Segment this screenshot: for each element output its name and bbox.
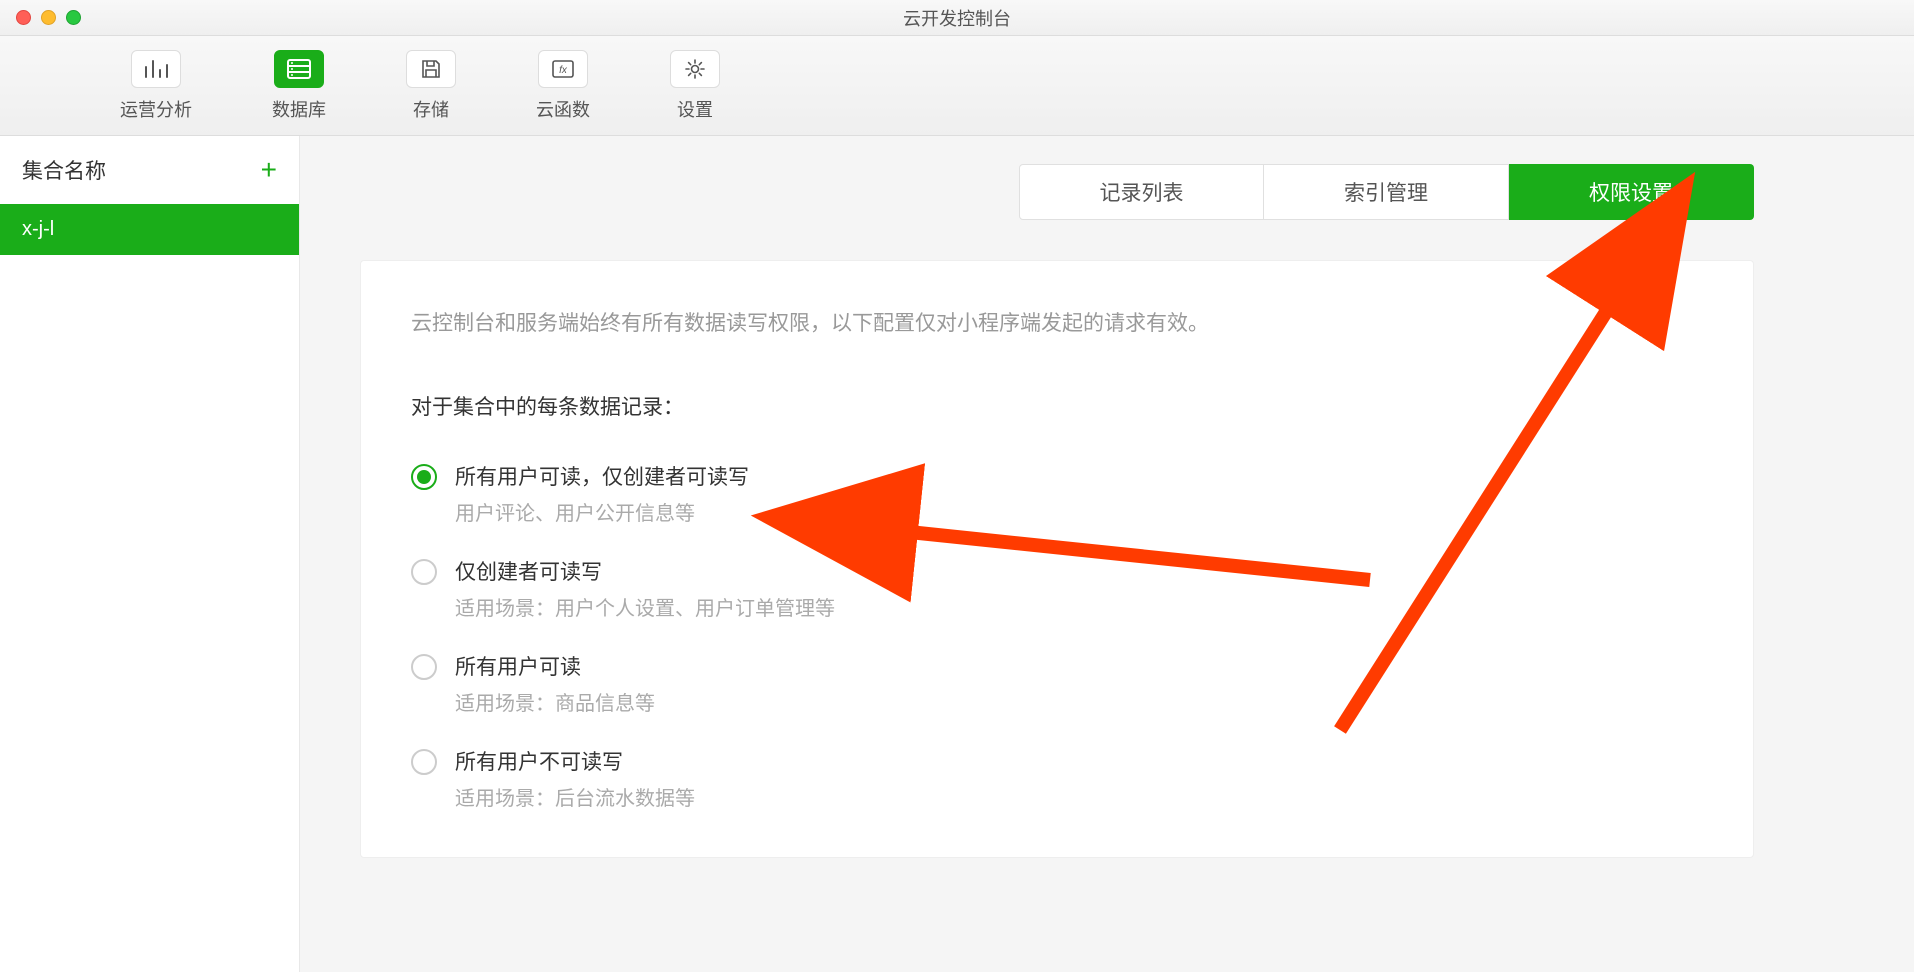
panel-note: 云控制台和服务端始终有所有数据读写权限，以下配置仅对小程序端发起的请求有效。 (411, 307, 1703, 341)
tab-permission-settings[interactable]: 权限设置 (1509, 164, 1754, 220)
permission-option-none[interactable]: 所有用户不可读写 适用场景：后台流水数据等 (411, 746, 1703, 811)
content-area: 集合名称 + x-j-l 记录列表 索引管理 权限设置 云控制台和服务端始终有所… (0, 136, 1914, 972)
tab-record-list[interactable]: 记录列表 (1019, 164, 1264, 220)
main-panel: 记录列表 索引管理 权限设置 云控制台和服务端始终有所有数据读写权限，以下配置仅… (300, 136, 1914, 972)
toolbar-item-storage[interactable]: 存储 (406, 50, 456, 122)
radio-title: 所有用户可读，仅创建者可读写 (455, 461, 749, 491)
radio-title: 仅创建者可读写 (455, 556, 835, 586)
toolbar-label: 数据库 (272, 96, 326, 122)
radio-texts: 所有用户可读 适用场景：商品信息等 (455, 651, 655, 716)
function-icon: fx (538, 50, 588, 88)
radio-title: 所有用户可读 (455, 651, 655, 681)
toolbar-item-settings[interactable]: 设置 (670, 50, 720, 122)
radio-desc: 适用场景：商品信息等 (455, 687, 655, 716)
radio-title: 所有用户不可读写 (455, 746, 695, 776)
radio-texts: 所有用户不可读写 适用场景：后台流水数据等 (455, 746, 695, 811)
analytics-icon (131, 50, 181, 88)
radio-icon (411, 559, 437, 585)
save-icon (406, 50, 456, 88)
window-controls (0, 10, 81, 25)
radio-texts: 所有用户可读，仅创建者可读写 用户评论、用户公开信息等 (455, 461, 749, 526)
window-title: 云开发控制台 (903, 5, 1011, 31)
maximize-window-button[interactable] (66, 10, 81, 25)
radio-icon (411, 464, 437, 490)
collections-sidebar: 集合名称 + x-j-l (0, 136, 300, 972)
permission-option-creator-only[interactable]: 仅创建者可读写 适用场景：用户个人设置、用户订单管理等 (411, 556, 1703, 621)
toolbar-label: 设置 (677, 96, 713, 122)
toolbar-item-cloud-function[interactable]: fx 云函数 (536, 50, 590, 122)
sidebar-header: 集合名称 + (0, 136, 299, 204)
radio-desc: 用户评论、用户公开信息等 (455, 497, 749, 526)
permission-panel: 云控制台和服务端始终有所有数据读写权限，以下配置仅对小程序端发起的请求有效。 对… (360, 260, 1754, 858)
main-toolbar: 运营分析 数据库 存储 fx 云函数 设置 (0, 36, 1914, 136)
panel-heading: 对于集合中的每条数据记录： (411, 391, 1703, 421)
radio-icon (411, 654, 437, 680)
tab-index-management[interactable]: 索引管理 (1264, 164, 1509, 220)
add-collection-button[interactable]: + (261, 154, 277, 186)
toolbar-item-analytics[interactable]: 运营分析 (120, 50, 192, 122)
tabs-row: 记录列表 索引管理 权限设置 (300, 136, 1914, 220)
toolbar-label: 运营分析 (120, 96, 192, 122)
radio-icon (411, 749, 437, 775)
sidebar-header-label: 集合名称 (22, 155, 106, 185)
radio-texts: 仅创建者可读写 适用场景：用户个人设置、用户订单管理等 (455, 556, 835, 621)
collection-item[interactable]: x-j-l (0, 204, 299, 255)
permission-option-all-read-creator-write[interactable]: 所有用户可读，仅创建者可读写 用户评论、用户公开信息等 (411, 461, 1703, 526)
permission-radio-group: 所有用户可读，仅创建者可读写 用户评论、用户公开信息等 仅创建者可读写 适用场景… (411, 461, 1703, 811)
minimize-window-button[interactable] (41, 10, 56, 25)
radio-desc: 适用场景：后台流水数据等 (455, 782, 695, 811)
svg-text:fx: fx (559, 65, 568, 76)
window-titlebar: 云开发控制台 (0, 0, 1914, 36)
permission-option-all-read[interactable]: 所有用户可读 适用场景：商品信息等 (411, 651, 1703, 716)
close-window-button[interactable] (16, 10, 31, 25)
toolbar-label: 云函数 (536, 96, 590, 122)
toolbar-label: 存储 (413, 96, 449, 122)
database-icon (274, 50, 324, 88)
gear-icon (670, 50, 720, 88)
toolbar-item-database[interactable]: 数据库 (272, 50, 326, 122)
radio-desc: 适用场景：用户个人设置、用户订单管理等 (455, 592, 835, 621)
